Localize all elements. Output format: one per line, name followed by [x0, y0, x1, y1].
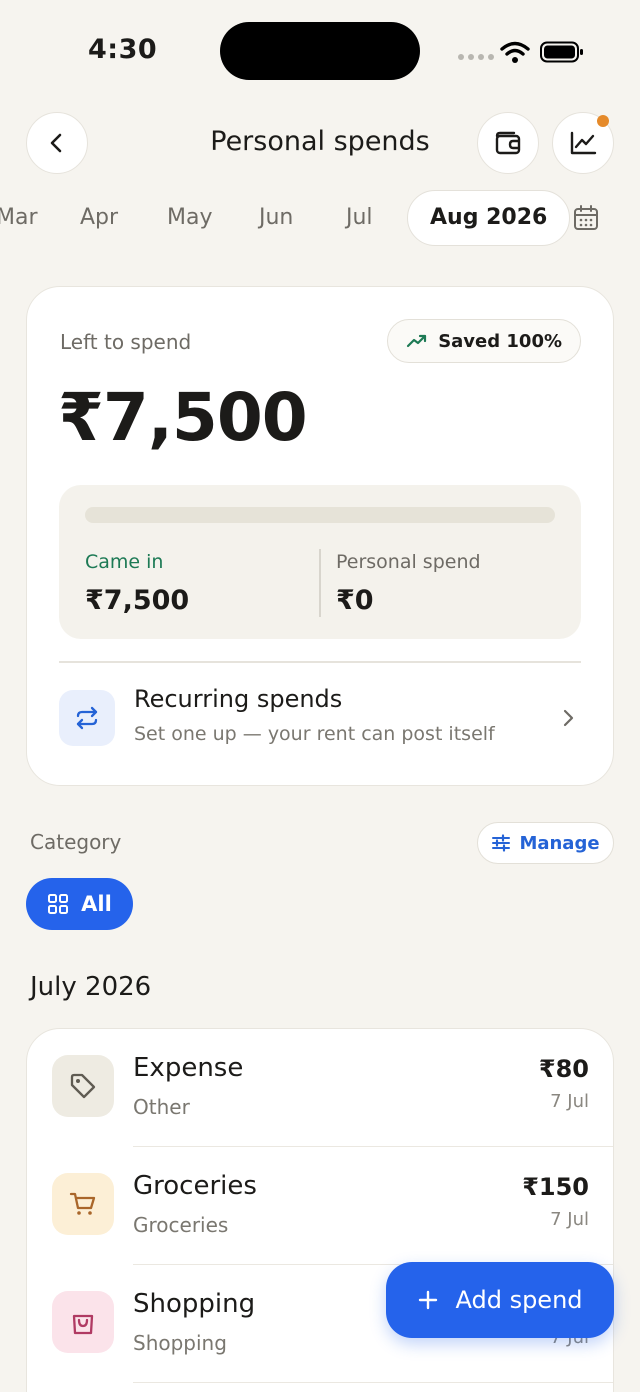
sliders-icon [492, 834, 511, 852]
transaction-icon-tile [52, 1291, 114, 1353]
battery-icon [540, 41, 583, 63]
card-divider [59, 661, 581, 663]
transaction-name: Expense [133, 1053, 244, 1083]
recurring-spends-subtitle: Set one up — your rent can post itself [134, 723, 495, 745]
transaction-category: Other [133, 1095, 190, 1119]
cash-flow-box: Came in ₹7,500 Personal spend ₹0 [59, 485, 581, 639]
left-to-spend-amount: ₹7,500 [58, 379, 308, 456]
wallet-button[interactable] [477, 112, 539, 174]
category-chip-all[interactable]: All [26, 878, 133, 930]
transaction-category: Groceries [133, 1213, 229, 1237]
calendar-icon[interactable] [572, 204, 600, 232]
came-in-value: ₹7,500 [85, 585, 190, 616]
repeat-icon [76, 706, 98, 730]
personal-spend-label: Personal spend [336, 551, 481, 573]
summary-card: Left to spend Saved 100% ₹7,500 Came in … [26, 286, 614, 786]
month-section-heading: July 2026 [30, 972, 152, 1002]
transaction-name: Groceries [133, 1171, 257, 1201]
cart-icon [69, 1192, 96, 1215]
transaction-icon-tile [52, 1173, 114, 1235]
grid-icon [48, 894, 69, 914]
transaction-amount: ₹150 [522, 1173, 589, 1201]
notification-dot [597, 115, 609, 127]
insights-button[interactable] [552, 112, 614, 174]
header: Personal spends [0, 112, 640, 176]
saved-badge: Saved 100% [387, 319, 581, 363]
came-in-label: Came in [85, 551, 164, 573]
personal-spend-value: ₹0 [336, 585, 374, 616]
tab-month-jul[interactable]: Jul [346, 190, 373, 246]
shopping-bag-icon [72, 1314, 94, 1335]
transaction-category: Shopping [133, 1331, 227, 1355]
left-to-spend-label: Left to spend [60, 330, 192, 354]
add-spend-label: Add spend [455, 1286, 583, 1314]
transaction-row[interactable]: Expense Other ₹80 7 Jul [27, 1029, 613, 1147]
category-label: Category [30, 830, 122, 854]
tab-month-active[interactable]: Aug 2026 [407, 190, 571, 246]
saved-badge-label: Saved 100% [438, 330, 562, 352]
line-chart-icon [570, 131, 597, 155]
spend-progress-bar [85, 507, 555, 523]
tab-month-apr[interactable]: Apr [80, 190, 118, 246]
tab-month-may[interactable]: May [167, 190, 212, 246]
month-selector: Mar Apr May Jun Jul Aug 2026 [0, 190, 640, 246]
dynamic-island [220, 22, 420, 80]
wallet-icon [495, 131, 521, 155]
status-time: 4:30 [88, 34, 158, 65]
tab-month-mar[interactable]: Mar [0, 190, 38, 246]
manage-label: Manage [519, 832, 600, 854]
category-chip-all-label: All [81, 892, 112, 916]
came-in-column: Came in ₹7,500 [85, 551, 189, 616]
column-divider [319, 549, 321, 617]
trending-up-icon [407, 334, 427, 348]
plus-icon [419, 1290, 438, 1310]
tag-icon [70, 1073, 96, 1099]
transaction-icon-tile [52, 1055, 114, 1117]
manage-categories-button[interactable]: Manage [477, 822, 614, 864]
wifi-icon [500, 41, 530, 63]
personal-spend-column: Personal spend ₹0 [336, 551, 481, 616]
page-title: Personal spends [210, 126, 430, 157]
status-bar: 4:30 [0, 0, 640, 100]
transaction-name: Shopping [133, 1289, 256, 1319]
recurring-spends-row[interactable]: Recurring spends Set one up — your rent … [59, 683, 581, 755]
chevron-right-icon [563, 709, 574, 727]
transaction-amount: ₹80 [538, 1055, 589, 1083]
add-spend-button[interactable]: Add spend [386, 1262, 614, 1338]
transaction-row[interactable]: Groceries Groceries ₹150 7 Jul [27, 1147, 613, 1265]
tab-month-jun[interactable]: Jun [259, 190, 293, 246]
transaction-date: 7 Jul [550, 1209, 589, 1230]
signal-dots-icon [458, 54, 494, 60]
transaction-date: 7 Jul [550, 1091, 589, 1112]
recurring-spends-title: Recurring spends [134, 685, 343, 713]
row-separator [133, 1381, 613, 1383]
recurring-icon-tile [59, 690, 115, 746]
